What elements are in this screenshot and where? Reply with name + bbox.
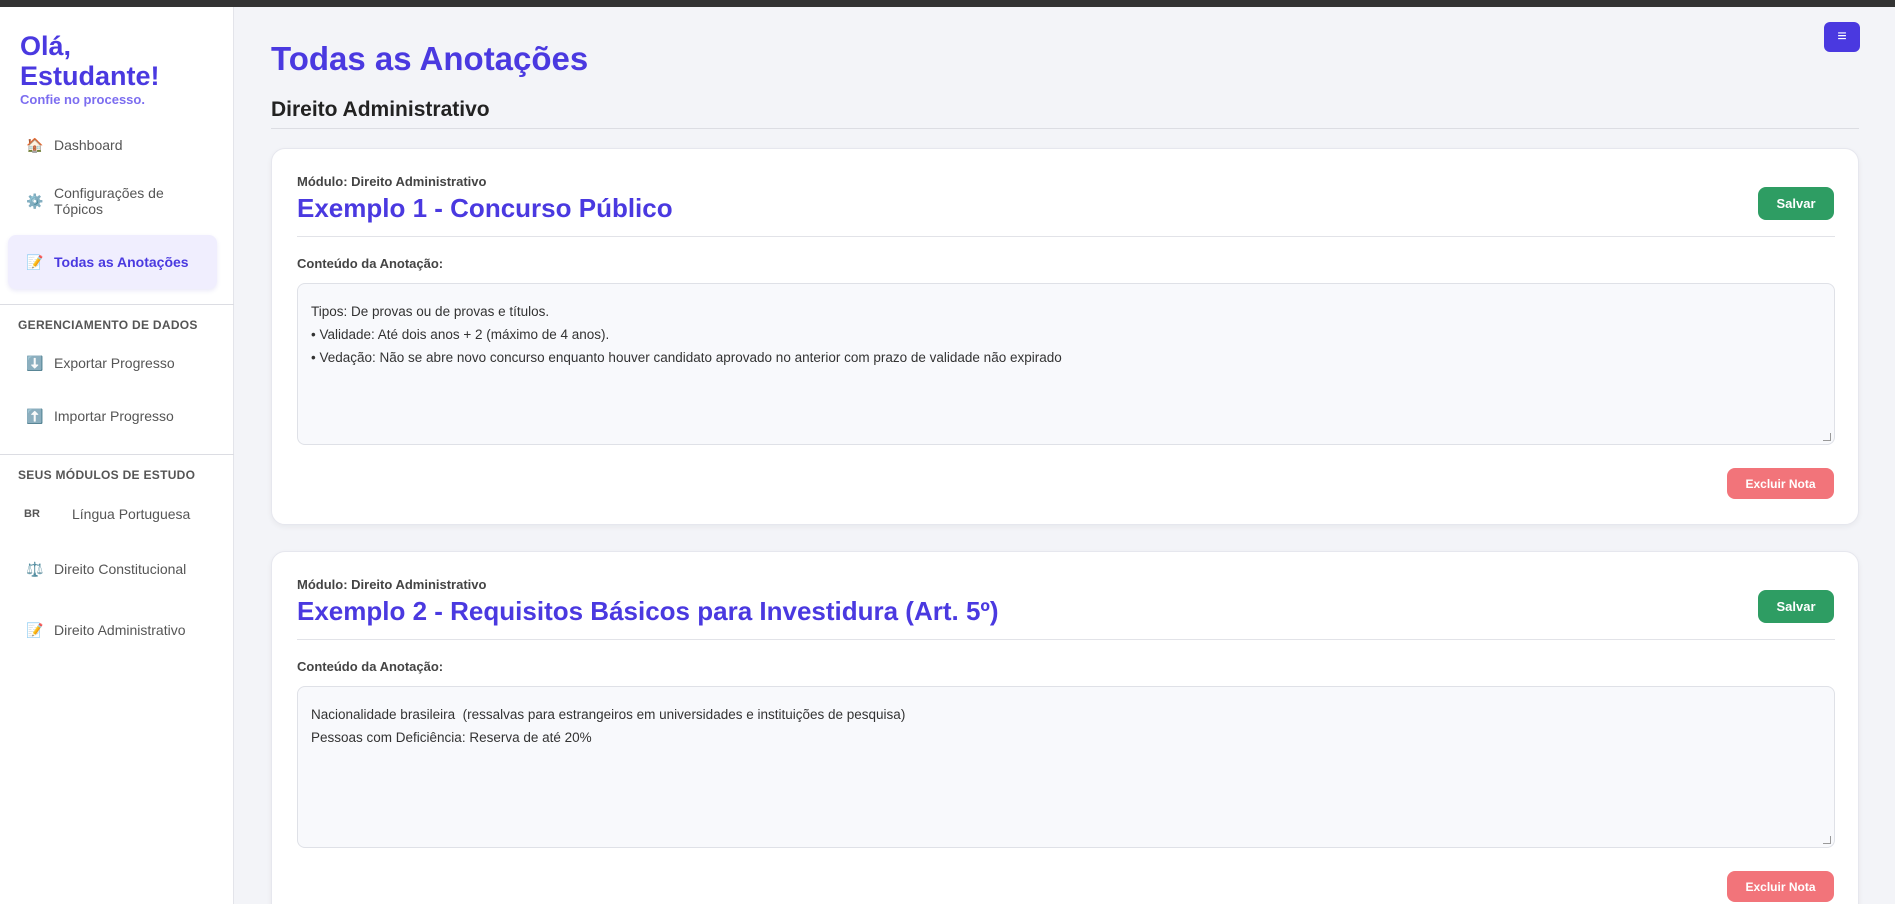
- module-portuguese-label: Língua Portuguesa: [72, 506, 191, 522]
- nav-all-notes[interactable]: 📝 Todas as Anotações: [8, 235, 217, 289]
- note-module-label: Módulo: Direito Administrativo: [297, 174, 487, 189]
- group-title: Direito Administrativo: [271, 98, 490, 121]
- nav-dashboard-label: Dashboard: [54, 137, 123, 153]
- nav-export-progress[interactable]: ⬇️ Exportar Progresso: [8, 336, 217, 390]
- module-constitutional-label: Direito Constitucional: [54, 561, 187, 577]
- brazil-flag-icon: BR: [24, 508, 40, 520]
- module-constitutional-law[interactable]: ⚖️ Direito Constitucional: [8, 542, 217, 596]
- sidebar: Olá, Estudante! Confie no processo. 🏠 Da…: [0, 7, 234, 904]
- nav-topic-settings-label: Configurações de Tópicos: [54, 185, 164, 217]
- data-management-heading: GERENCIAMENTO DE DADOS: [18, 318, 198, 332]
- download-arrow-icon: ⬇️: [26, 354, 44, 371]
- sidebar-divider: [0, 304, 234, 305]
- memo-icon: 📝: [26, 621, 44, 638]
- menu-button[interactable]: ≡: [1824, 22, 1860, 52]
- delete-note-button[interactable]: Excluir Nota: [1727, 871, 1834, 902]
- nav-import-progress[interactable]: ⬆️ Importar Progresso: [8, 389, 217, 443]
- note-title: Exemplo 1 - Concurso Público: [297, 193, 673, 223]
- greeting-subtitle: Confie no processo.: [20, 92, 145, 107]
- gear-icon: ⚙️: [26, 192, 44, 209]
- note-module-label: Módulo: Direito Administrativo: [297, 577, 487, 592]
- note-line: Tipos: De provas ou de provas e títulos.: [311, 304, 550, 319]
- note-content-textarea[interactable]: Nacionalidade brasileira (ressalvas para…: [297, 686, 1835, 848]
- resize-handle-icon[interactable]: [1823, 836, 1831, 844]
- module-administrative-law[interactable]: 📝 Direito Administrativo: [8, 603, 217, 657]
- note-card: Módulo: Direito Administrativo Exemplo 1…: [271, 148, 1859, 525]
- memo-icon: 📝: [26, 253, 44, 270]
- greeting-line-1: Olá,: [20, 31, 72, 61]
- note-line: • Validade: Até dois anos + 2 (máximo de…: [311, 327, 610, 342]
- nav-all-notes-label: Todas as Anotações: [54, 254, 189, 270]
- group-divider: [271, 128, 1859, 129]
- greeting-line-2: Estudante!: [20, 61, 160, 91]
- nav-import-label: Importar Progresso: [54, 408, 174, 424]
- save-button[interactable]: Salvar: [1758, 590, 1834, 623]
- note-content-textarea[interactable]: Tipos: De provas ou de provas e títulos.…: [297, 283, 1835, 445]
- note-card: Módulo: Direito Administrativo Exemplo 2…: [271, 551, 1859, 904]
- upload-arrow-icon: ⬆️: [26, 407, 44, 424]
- note-divider: [297, 236, 1835, 237]
- scales-icon: ⚖️: [26, 560, 44, 577]
- hamburger-icon: ≡: [1837, 28, 1847, 45]
- note-content-label: Conteúdo da Anotação:: [297, 256, 444, 271]
- note-line: Nacionalidade brasileira (ressalvas para…: [311, 707, 906, 722]
- page-title: Todas as Anotações: [271, 40, 589, 77]
- note-content-label: Conteúdo da Anotação:: [297, 659, 444, 674]
- nav-dashboard[interactable]: 🏠 Dashboard: [8, 118, 217, 172]
- note-title: Exemplo 2 - Requisitos Básicos para Inve…: [297, 596, 999, 626]
- window-top-bar: [0, 0, 1895, 7]
- nav-export-label: Exportar Progresso: [54, 355, 175, 371]
- nav-topic-settings[interactable]: ⚙️ Configurações de Tópicos: [8, 174, 217, 228]
- note-line: Pessoas com Deficiência: Reserva de até …: [311, 730, 592, 745]
- house-icon: 🏠: [26, 136, 44, 153]
- save-button[interactable]: Salvar: [1758, 187, 1834, 220]
- sidebar-divider: [0, 454, 234, 455]
- study-modules-heading: SEUS MÓDULOS DE ESTUDO: [18, 468, 196, 482]
- module-administrative-label: Direito Administrativo: [54, 622, 186, 638]
- module-portuguese[interactable]: BR Língua Portuguesa: [8, 487, 217, 541]
- greeting: Olá, Estudante! Confie no processo.: [20, 31, 220, 107]
- note-line: • Vedação: Não se abre novo concurso enq…: [311, 350, 1062, 365]
- note-divider: [297, 639, 1835, 640]
- resize-handle-icon[interactable]: [1823, 433, 1831, 441]
- delete-note-button[interactable]: Excluir Nota: [1727, 468, 1834, 499]
